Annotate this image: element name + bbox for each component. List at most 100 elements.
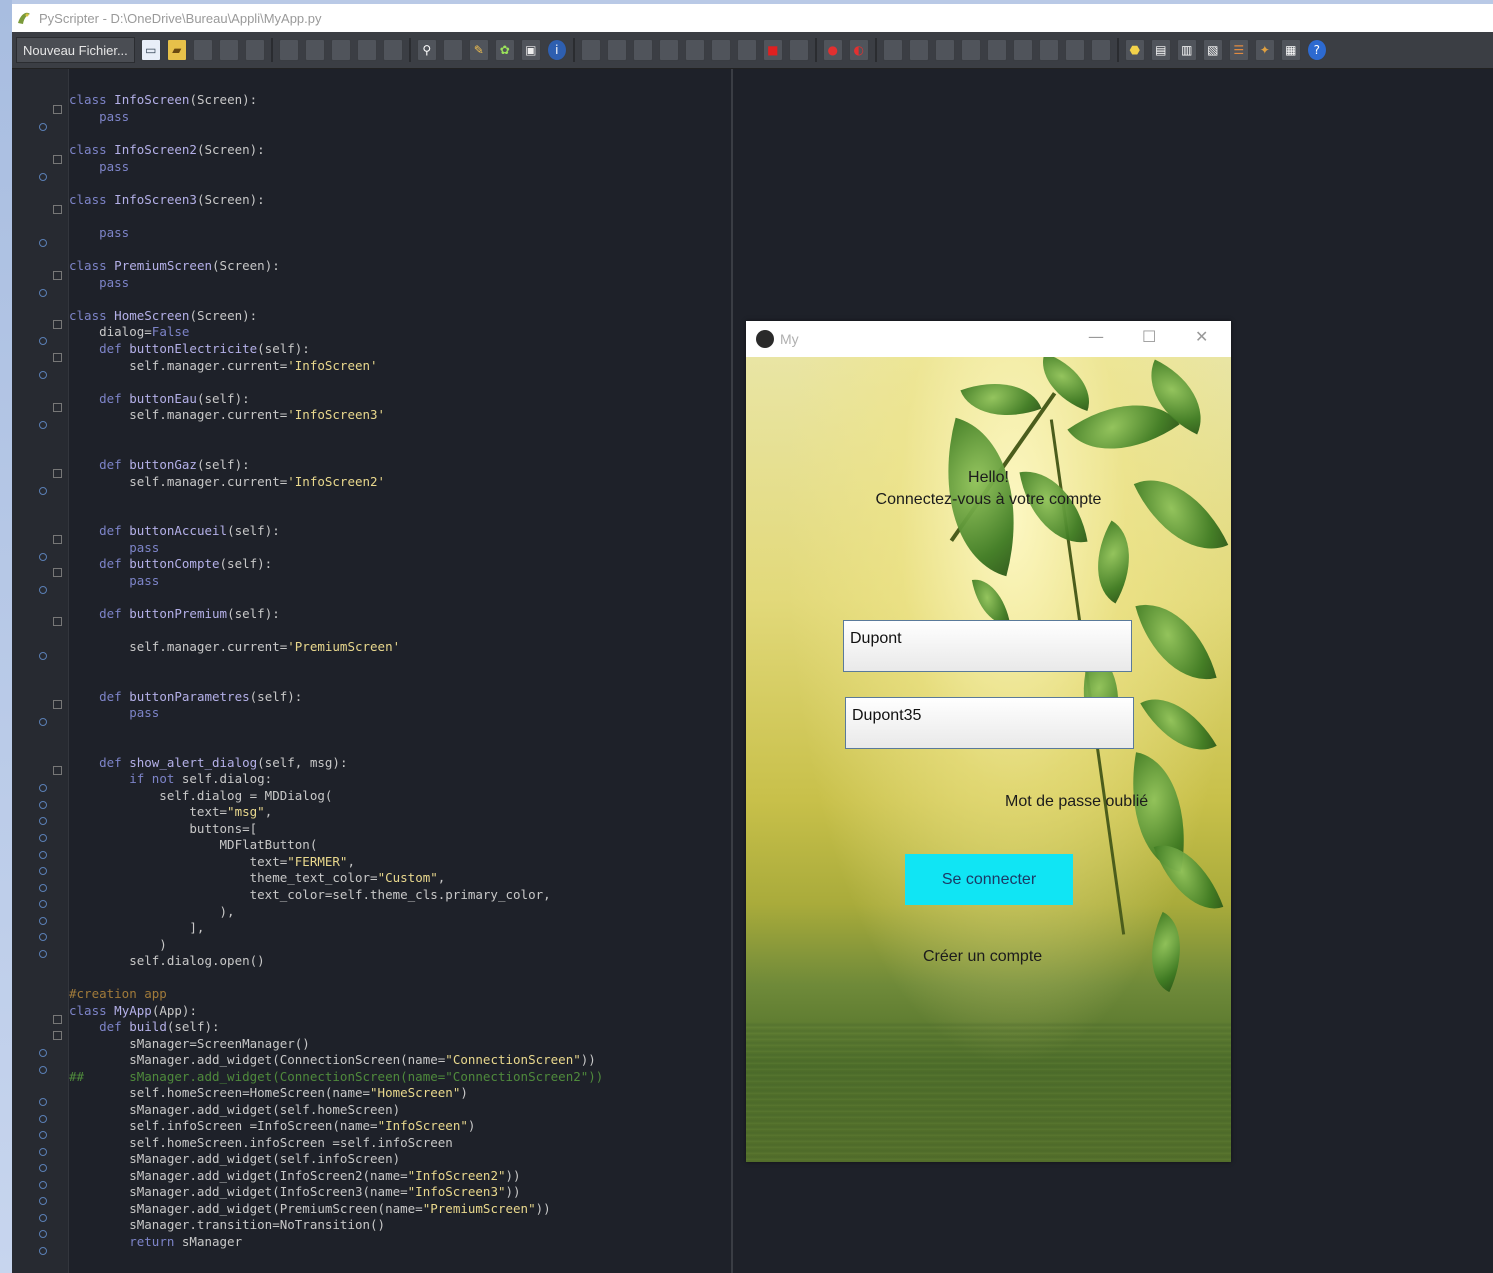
breakpoint-marker[interactable] (39, 1131, 47, 1139)
breakpoint-marker[interactable] (39, 586, 47, 594)
breakpoint-marker[interactable] (39, 1066, 47, 1074)
fold-toggle-icon[interactable] (53, 271, 62, 280)
breakpoint-marker[interactable] (39, 784, 47, 792)
fold-toggle-icon[interactable] (53, 617, 62, 626)
comment-icon[interactable] (934, 39, 955, 61)
breakpoint-marker[interactable] (39, 1247, 47, 1255)
breakpoint-marker[interactable] (39, 900, 47, 908)
run-to-cursor-icon[interactable] (710, 39, 731, 61)
new-file-button[interactable]: Nouveau Fichier... (16, 37, 135, 63)
breakpoint-marker[interactable] (39, 1148, 47, 1156)
file-explorer-icon[interactable]: ▧ (1202, 39, 1223, 61)
breakpoint-marker[interactable] (39, 173, 47, 181)
breakpoint-marker[interactable] (39, 421, 47, 429)
open-folder-icon[interactable]: ▰ (166, 39, 187, 61)
breakpoint-marker[interactable] (39, 371, 47, 379)
breakpoint-marker[interactable] (39, 652, 47, 660)
indent-icon[interactable] (882, 39, 903, 61)
breakpoint-marker[interactable] (39, 553, 47, 561)
tabify-icon[interactable] (986, 39, 1007, 61)
fold-toggle-icon[interactable] (53, 1031, 62, 1040)
breakpoint-marker[interactable] (39, 933, 47, 941)
maximize-icon[interactable]: ☐ (1142, 327, 1156, 346)
window-icon[interactable]: ▣ (520, 39, 541, 61)
cut-icon[interactable] (304, 39, 325, 61)
copy-icon[interactable] (330, 39, 351, 61)
syntax-check-icon[interactable] (1090, 39, 1111, 61)
info-icon[interactable]: i (546, 39, 567, 61)
dedent-icon[interactable] (908, 39, 929, 61)
forgot-password-link[interactable]: Mot de passe oublié (1005, 793, 1148, 811)
breakpoint-marker[interactable] (39, 487, 47, 495)
clear-breakpoints-icon[interactable]: ◐ (848, 39, 869, 61)
save-all-icon[interactable] (218, 39, 239, 61)
run-icon[interactable] (580, 39, 601, 61)
breakpoint-marker[interactable] (39, 917, 47, 925)
browser-icon[interactable]: ✿ (494, 39, 515, 61)
step-into-icon[interactable] (632, 39, 653, 61)
step-over-icon[interactable] (658, 39, 679, 61)
breakpoint-marker[interactable] (39, 1197, 47, 1205)
unfold-icon[interactable] (1064, 39, 1085, 61)
breakpoint-marker[interactable] (39, 834, 47, 842)
breakpoint-marker[interactable] (39, 1230, 47, 1238)
find-in-files-icon[interactable]: ✎ (468, 39, 489, 61)
fold-toggle-icon[interactable] (53, 155, 62, 164)
minimize-icon[interactable]: — (1088, 327, 1104, 346)
untabify-icon[interactable] (1012, 39, 1033, 61)
tools-icon[interactable]: ☰ (1228, 39, 1249, 61)
breakpoint-marker[interactable] (39, 950, 47, 958)
stop-icon[interactable]: ■ (762, 39, 783, 61)
search-icon[interactable]: ⚲ (416, 39, 437, 61)
breakpoint-marker[interactable] (39, 801, 47, 809)
breakpoint-marker[interactable] (39, 851, 47, 859)
breakpoint-marker[interactable] (39, 239, 47, 247)
fold-toggle-icon[interactable] (53, 403, 62, 412)
debug-icon[interactable] (606, 39, 627, 61)
python-versions-icon[interactable]: ⬣ (1124, 39, 1145, 61)
fold-icon[interactable] (1038, 39, 1059, 61)
options-icon[interactable]: ✦ (1254, 39, 1275, 61)
fold-toggle-icon[interactable] (53, 535, 62, 544)
step-out-icon[interactable] (684, 39, 705, 61)
breakpoint-marker[interactable] (39, 884, 47, 892)
login-button[interactable]: Se connecter (905, 854, 1073, 905)
close-icon[interactable]: ✕ (1195, 327, 1208, 346)
breakpoint-marker[interactable] (39, 1098, 47, 1106)
breakpoint-marker[interactable] (39, 1115, 47, 1123)
help-icon[interactable]: ? (1306, 39, 1327, 61)
fold-toggle-icon[interactable] (53, 766, 62, 775)
undo-icon[interactable] (382, 39, 403, 61)
fold-toggle-icon[interactable] (53, 1015, 62, 1024)
breakpoint-marker[interactable] (39, 718, 47, 726)
breakpoint-marker[interactable] (39, 123, 47, 131)
breakpoint-marker[interactable] (39, 817, 47, 825)
new-document-icon[interactable]: ▭ (140, 39, 161, 61)
breakpoint-marker[interactable] (39, 337, 47, 345)
toggle-breakpoint-icon[interactable]: ● (822, 39, 843, 61)
replace-icon[interactable] (442, 39, 463, 61)
fold-toggle-icon[interactable] (53, 700, 62, 709)
console-icon[interactable]: ▤ (1150, 39, 1171, 61)
fold-toggle-icon[interactable] (53, 353, 62, 362)
breakpoint-marker[interactable] (39, 1164, 47, 1172)
create-account-link[interactable]: Créer un compte (923, 948, 1042, 966)
fold-toggle-icon[interactable] (53, 205, 62, 214)
save-icon[interactable] (192, 39, 213, 61)
close-file-icon[interactable] (244, 39, 265, 61)
notes-icon[interactable]: ▦ (1280, 39, 1301, 61)
breakpoint-marker[interactable] (39, 289, 47, 297)
pause-icon[interactable] (736, 39, 757, 61)
breakpoint-marker[interactable] (39, 1181, 47, 1189)
breakpoint-marker[interactable] (39, 1214, 47, 1222)
abort-icon[interactable] (788, 39, 809, 61)
password-field[interactable]: Dupont35 (845, 697, 1134, 749)
username-field[interactable]: Dupont (843, 620, 1132, 672)
paste-icon[interactable] (356, 39, 377, 61)
uncomment-icon[interactable] (960, 39, 981, 61)
breakpoint-marker[interactable] (39, 867, 47, 875)
layout-icon[interactable]: ▥ (1176, 39, 1197, 61)
fold-toggle-icon[interactable] (53, 105, 62, 114)
print-icon[interactable] (278, 39, 299, 61)
breakpoint-marker[interactable] (39, 1049, 47, 1057)
